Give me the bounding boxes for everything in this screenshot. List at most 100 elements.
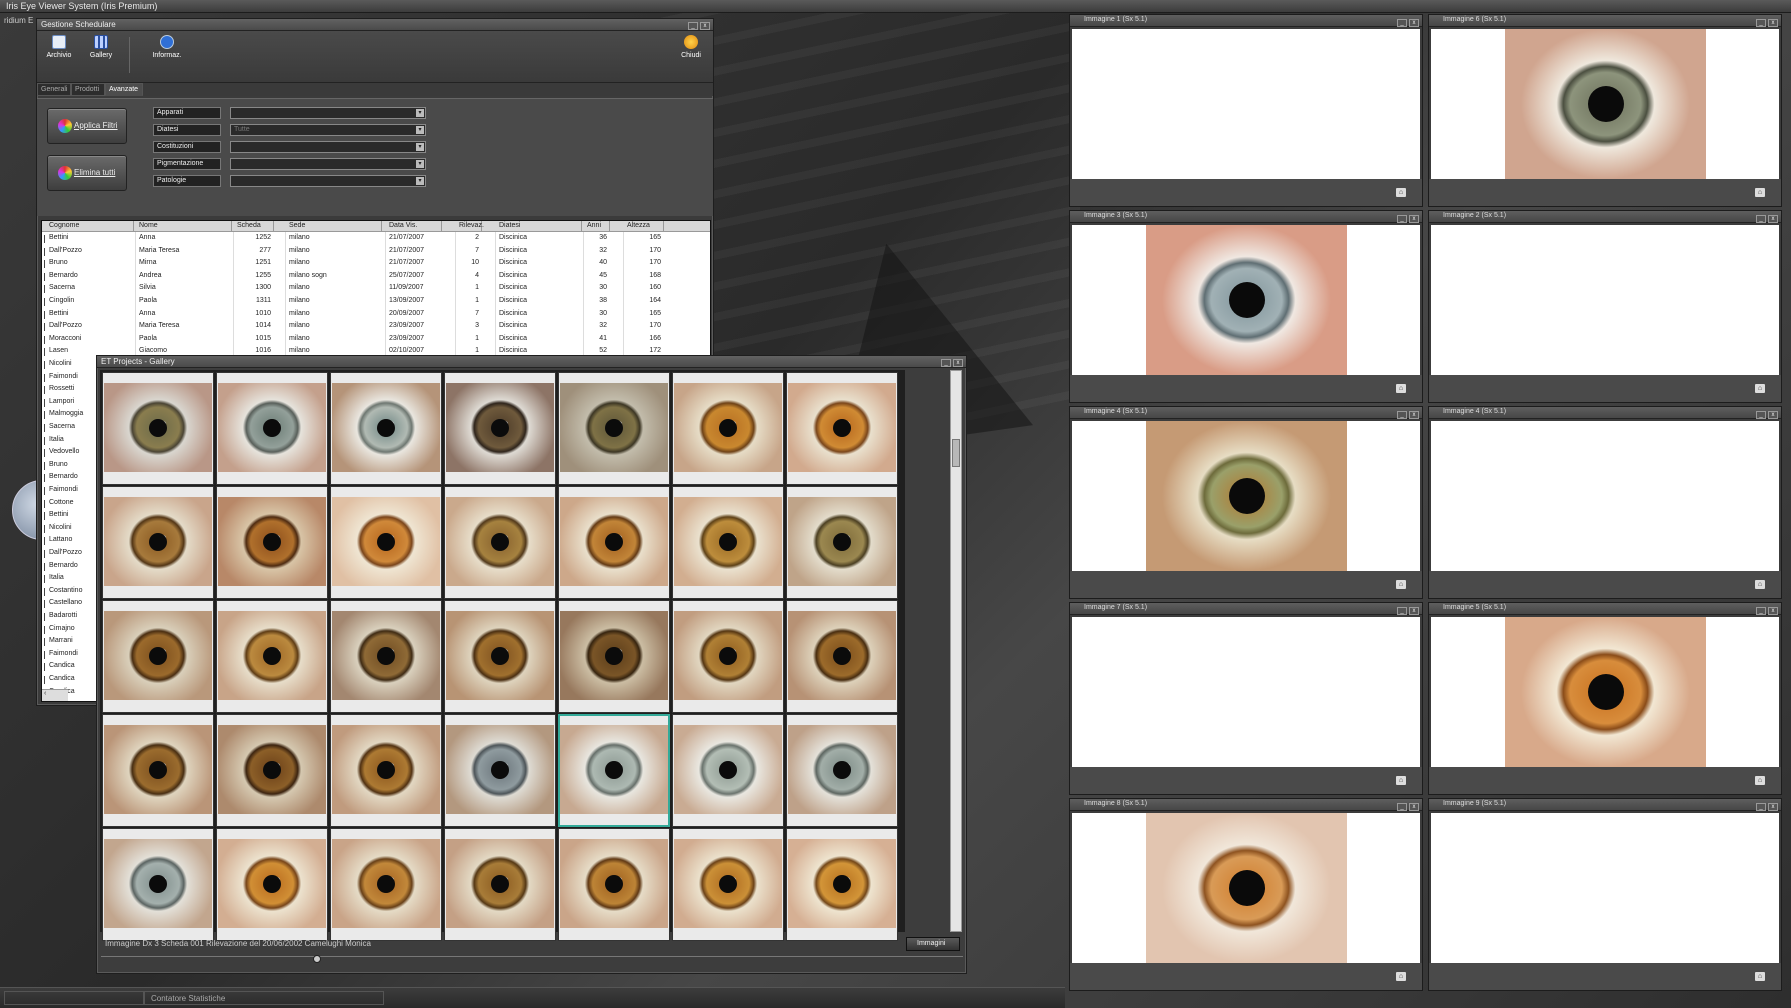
immagini-button[interactable]: Immagini [906, 937, 960, 951]
minimize-button[interactable]: _ [1756, 19, 1766, 27]
gallery-window-titlebar[interactable]: ET Projects - Gallery _ x [97, 356, 966, 368]
column-header[interactable]: Altezza [624, 221, 664, 232]
column-header[interactable]: Sede [286, 221, 382, 232]
close-button[interactable]: x [953, 359, 963, 367]
archivio-button[interactable]: Archivio [37, 35, 81, 59]
iris-thumbnail[interactable] [558, 372, 670, 485]
viewer-canvas[interactable] [1072, 29, 1420, 179]
iris-thumbnail[interactable] [216, 600, 328, 713]
iris-thumbnail[interactable] [216, 714, 328, 827]
print-icon[interactable]: ⌂ [1755, 776, 1765, 785]
chiudi-button[interactable]: Chiudi [669, 35, 713, 59]
close-button[interactable]: x [1409, 607, 1419, 615]
iris-thumbnail[interactable] [786, 372, 898, 485]
iris-thumbnail[interactable] [672, 828, 784, 941]
minimize-button[interactable]: _ [1397, 411, 1407, 419]
column-header[interactable]: Data Vis. [386, 221, 442, 232]
iris-thumbnail[interactable] [786, 828, 898, 941]
iris-thumbnail[interactable] [330, 600, 442, 713]
viewer-canvas[interactable] [1431, 617, 1779, 767]
iris-thumbnail[interactable] [102, 828, 214, 941]
print-icon[interactable]: ⌂ [1396, 776, 1406, 785]
iris-thumbnail[interactable] [558, 486, 670, 599]
chevron-down-icon[interactable]: ▾ [416, 143, 424, 151]
iris-thumbnail[interactable] [330, 486, 442, 599]
viewer-canvas[interactable] [1431, 225, 1779, 375]
viewer-canvas[interactable] [1431, 813, 1779, 963]
table-row[interactable]: Sacerna Silvia 1300 milano 11/09/2007 1 Discin… [42, 283, 710, 296]
tab-avanzate[interactable]: Avanzate [105, 83, 143, 96]
column-header[interactable]: Nome [136, 221, 232, 232]
close-button[interactable]: x [1409, 19, 1419, 27]
iris-thumbnail[interactable] [330, 714, 442, 827]
column-header[interactable]: Scheda [234, 221, 274, 232]
archivio-dropdown-icon[interactable]: - [47, 53, 55, 60]
close-button[interactable]: x [1409, 215, 1419, 223]
informazioni-button[interactable]: Informaz. [139, 35, 195, 59]
gallery-slider[interactable] [101, 955, 963, 966]
print-icon[interactable]: ⌂ [1755, 384, 1765, 393]
iris-thumbnail[interactable] [102, 714, 214, 827]
minimize-button[interactable]: _ [1397, 215, 1407, 223]
print-icon[interactable]: ⌂ [1755, 972, 1765, 981]
filter-select[interactable]: ▾ [230, 175, 426, 187]
iris-thumbnail[interactable] [786, 486, 898, 599]
gallery-button[interactable]: Gallery [79, 35, 123, 59]
column-header[interactable]: Anni [584, 221, 610, 232]
table-row[interactable]: Moracconi Paola 1015 milano 23/09/2007 1 Disci… [42, 334, 710, 347]
close-button[interactable]: x [1768, 803, 1778, 811]
minimize-button[interactable]: _ [1756, 803, 1766, 811]
minimize-button[interactable]: _ [941, 359, 951, 367]
horizontal-scrollbar[interactable]: ‹ [42, 689, 68, 701]
close-button[interactable]: x [1768, 411, 1778, 419]
close-button[interactable]: x [1768, 19, 1778, 27]
viewer-title[interactable]: Immagine 4 (Sx 5.1) [1070, 407, 1422, 419]
viewer-canvas[interactable] [1072, 225, 1420, 375]
table-row[interactable]: Dall'Pozzo Maria Teresa 277 milano 21/07/200… [42, 246, 710, 259]
iris-thumbnail[interactable] [102, 486, 214, 599]
viewer-title[interactable]: Immagine 2 (Sx 5.1) [1429, 211, 1781, 223]
column-header[interactable]: Cognome [46, 221, 134, 232]
iris-thumbnail[interactable] [216, 372, 328, 485]
scrollbar-thumb[interactable] [952, 439, 960, 467]
minimize-button[interactable]: _ [1756, 411, 1766, 419]
viewer-title[interactable]: Immagine 5 (Sx 5.1) [1429, 603, 1781, 615]
filter-select[interactable]: ▾ [230, 158, 426, 170]
table-row[interactable]: Bruno Mirna 1251 milano 21/07/2007 10 Discinic… [42, 258, 710, 271]
viewer-title[interactable]: Immagine 9 (Sx 5.1) [1429, 799, 1781, 811]
print-icon[interactable]: ⌂ [1755, 580, 1765, 589]
table-row[interactable]: Bettini Anna 1010 milano 20/09/2007 7 Discinic… [42, 309, 710, 322]
close-button[interactable]: x [1409, 411, 1419, 419]
minimize-button[interactable]: _ [1397, 607, 1407, 615]
print-icon[interactable]: ⌂ [1396, 972, 1406, 981]
viewer-title[interactable]: Immagine 6 (Sx 5.1) [1429, 15, 1781, 27]
close-button[interactable]: x [1409, 803, 1419, 811]
tab-prodotti[interactable]: Prodotti [71, 83, 105, 96]
slider-knob[interactable] [313, 955, 321, 963]
viewer-canvas[interactable] [1431, 29, 1779, 179]
iris-thumbnail[interactable] [672, 714, 784, 827]
minimize-button[interactable]: _ [1756, 607, 1766, 615]
iris-thumbnail[interactable] [672, 372, 784, 485]
minimize-button[interactable]: _ [1756, 215, 1766, 223]
filter-select[interactable]: Tutte ▾ [230, 124, 426, 136]
viewer-canvas[interactable] [1072, 813, 1420, 963]
viewer-title[interactable]: Immagine 1 (Sx 5.1) [1070, 15, 1422, 27]
schede-window-titlebar[interactable]: Gestione Schedulare _ x [37, 19, 713, 31]
iris-thumbnail[interactable] [444, 486, 556, 599]
viewer-title[interactable]: Immagine 8 (Sx 5.1) [1070, 799, 1422, 811]
iris-thumbnail[interactable] [216, 486, 328, 599]
viewer-title[interactable]: Immagine 3 (Sx 5.1) [1070, 211, 1422, 223]
chevron-down-icon[interactable]: ▾ [416, 109, 424, 117]
iris-thumbnail[interactable] [330, 828, 442, 941]
minimize-button[interactable]: _ [1397, 803, 1407, 811]
elimina-tutti-button[interactable]: Elimina tutti [47, 155, 127, 191]
table-row[interactable]: Dall'Pozzo Maria Teresa 1014 milano 23/09/20… [42, 321, 710, 334]
viewer-title[interactable]: Immagine 7 (Sx 5.1) [1070, 603, 1422, 615]
iris-thumbnail[interactable] [444, 828, 556, 941]
table-row[interactable]: Bernardo Andrea 1255 milano sogn 25/07/2007 4… [42, 271, 710, 284]
applica-filtri-button[interactable]: Applica Filtri [47, 108, 127, 144]
filter-select[interactable]: ▾ [230, 107, 426, 119]
iris-thumbnail[interactable] [558, 714, 670, 827]
minimize-button[interactable]: _ [1397, 19, 1407, 27]
